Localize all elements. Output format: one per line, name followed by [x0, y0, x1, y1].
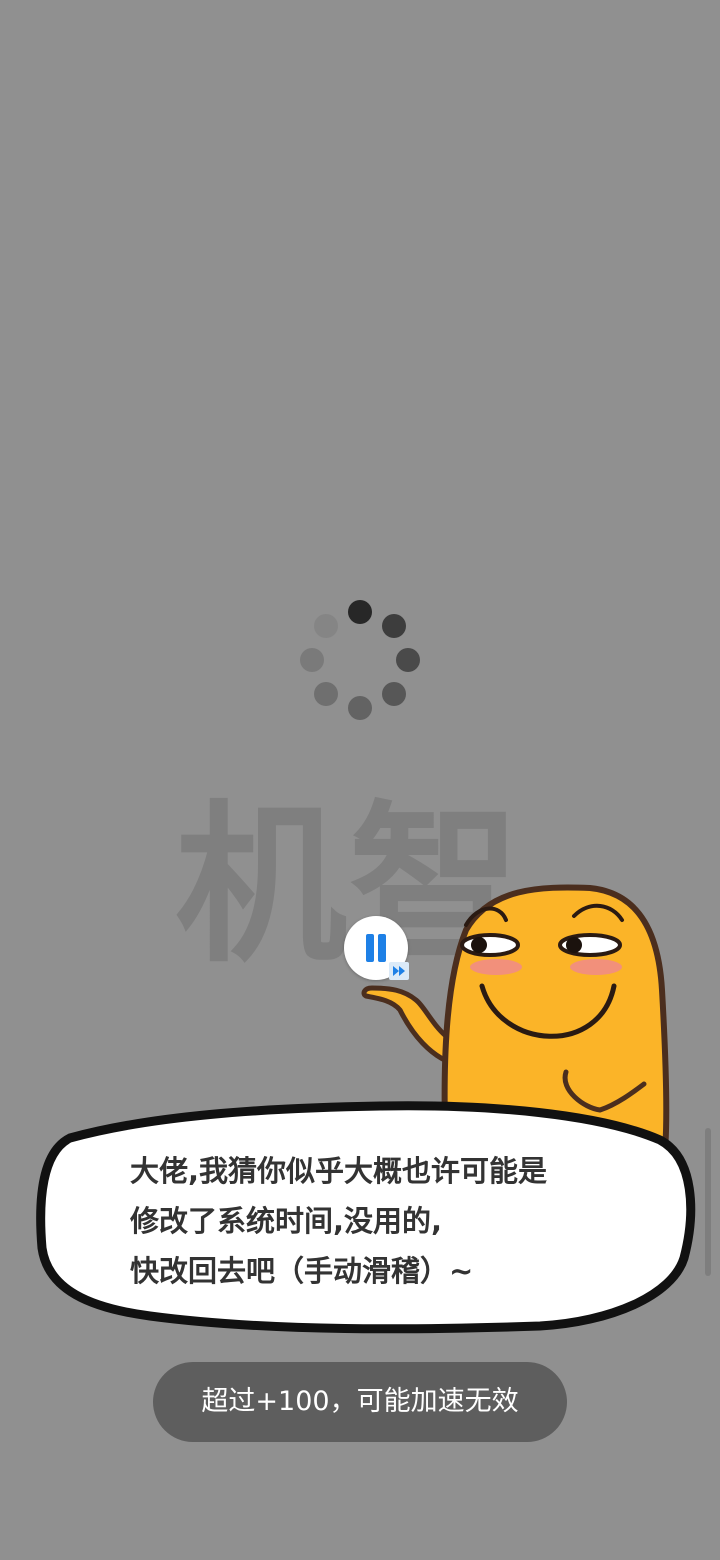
speech-bubble [36, 1101, 696, 1334]
speech-bubble-text: 大佬,我猜你似乎大概也许可能是 修改了系统时间,没用的, 快改回去吧（手动滑稽）… [130, 1146, 630, 1296]
screen: 机智 大佬,我猜你似乎大概也许可能是 修改了系统时间,没用的, 快改回去吧（手动… [0, 0, 720, 1560]
scrollbar[interactable] [705, 1128, 711, 1276]
speech-line: 快改回去吧（手动滑稽）~ [130, 1254, 474, 1288]
toast-message: 超过+100，可能加速无效 [153, 1362, 567, 1442]
speech-line: 大佬,我猜你似乎大概也许可能是 [130, 1154, 548, 1188]
speech-line: 修改了系统时间,没用的, [130, 1204, 443, 1238]
